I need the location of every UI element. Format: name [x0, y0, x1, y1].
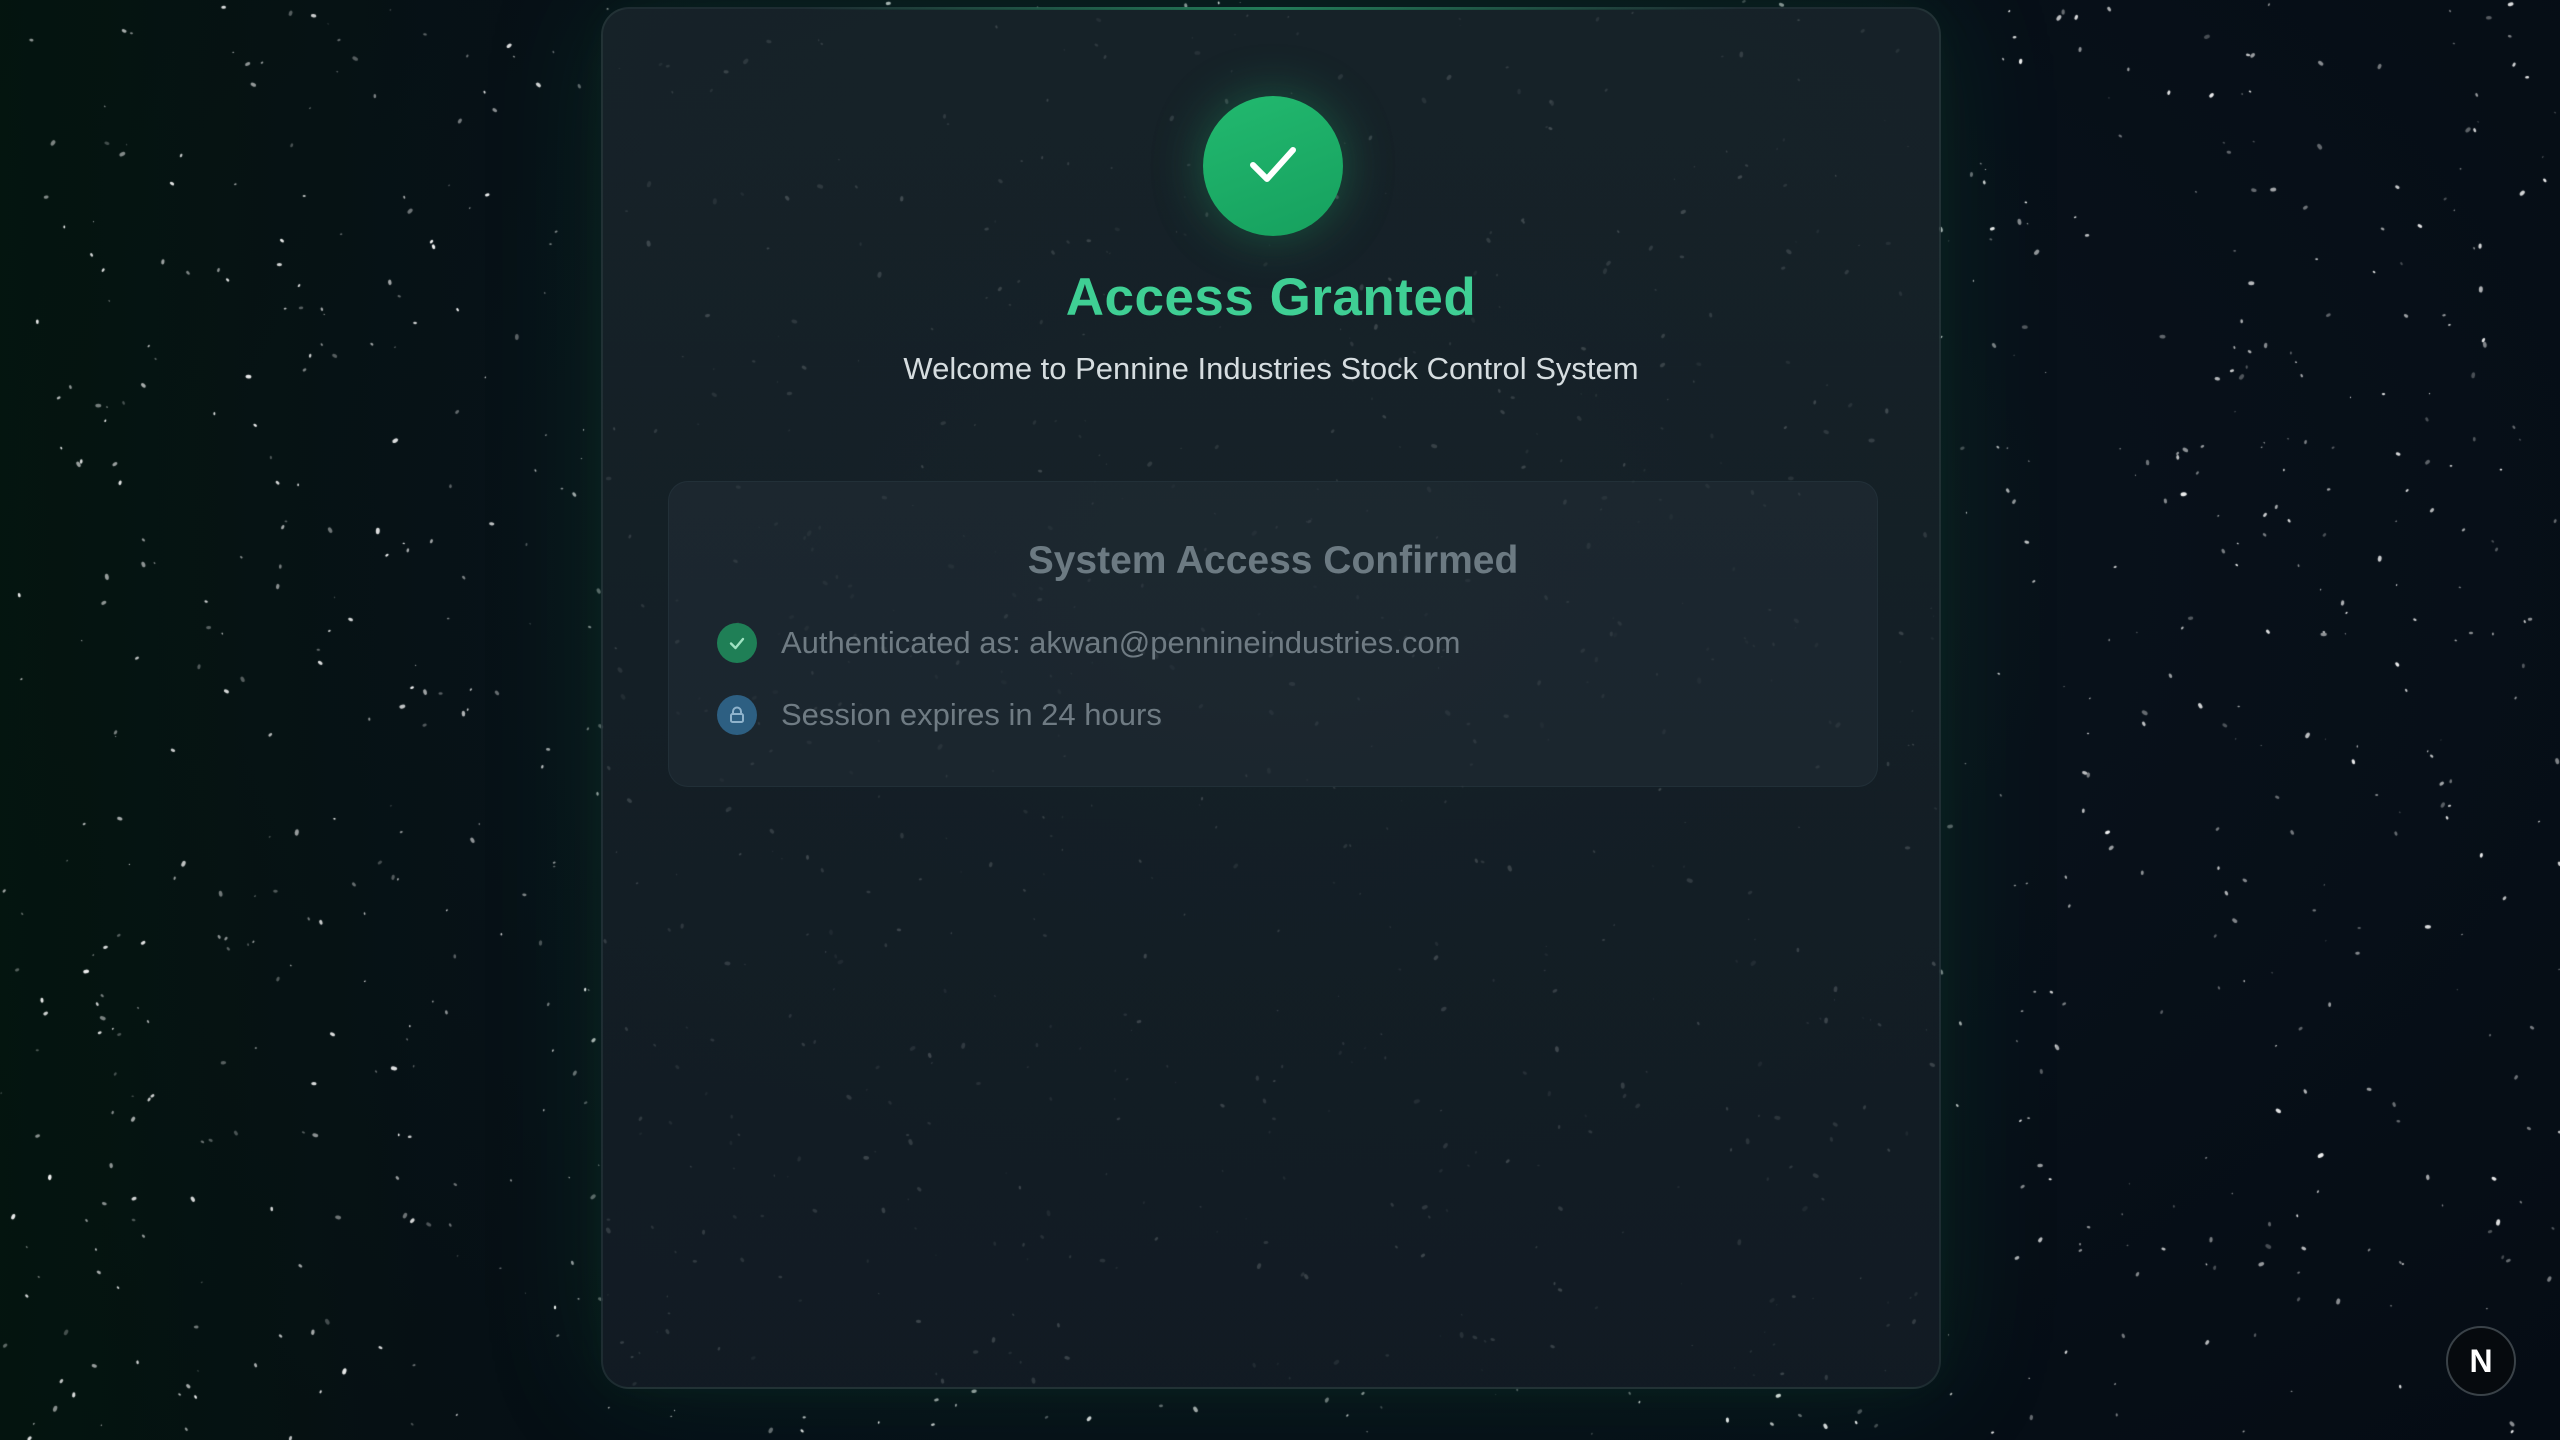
- checkmark-icon: [1243, 134, 1303, 199]
- panel-title: System Access Confirmed: [1027, 539, 1519, 582]
- corner-n-button[interactable]: N: [2446, 1326, 2516, 1396]
- session-expiry-text: Session expires in 24 hours: [781, 697, 1162, 732]
- success-badge: [1203, 96, 1343, 236]
- session-row: Session expires in 24 hours: [717, 694, 1162, 736]
- check-circle-icon: [717, 623, 757, 663]
- authenticated-text: Authenticated as: akwan@pennineindustrie…: [781, 625, 1461, 660]
- confirmation-panel: System Access Confirmed Authenticated as…: [668, 481, 1878, 787]
- card-accent-line: [803, 7, 1739, 10]
- authenticated-row: Authenticated as: akwan@pennineindustrie…: [717, 622, 1460, 664]
- access-granted-card: Access Granted Welcome to Pennine Indust…: [601, 7, 1941, 1389]
- welcome-subtitle: Welcome to Pennine Industries Stock Cont…: [903, 351, 1639, 386]
- lock-icon: [717, 695, 757, 735]
- background-glow: [0, 0, 700, 1440]
- page-title: Access Granted: [1065, 268, 1477, 327]
